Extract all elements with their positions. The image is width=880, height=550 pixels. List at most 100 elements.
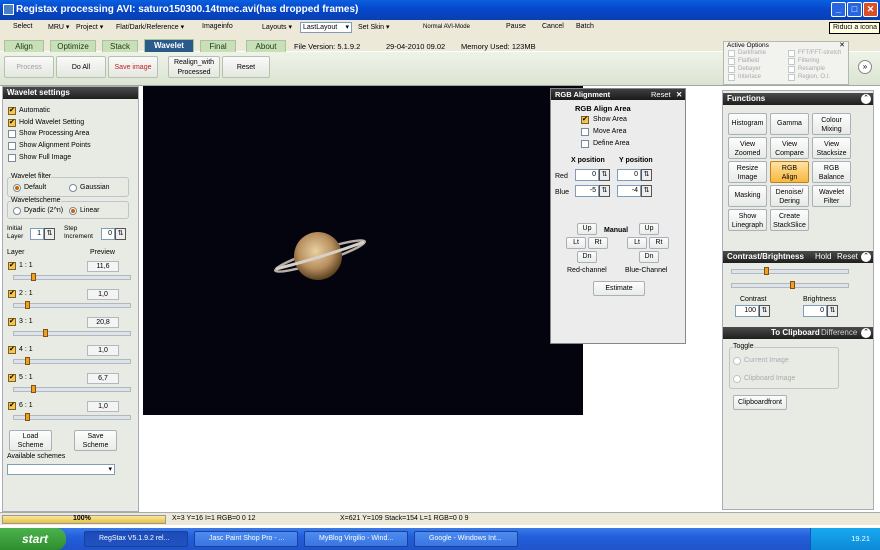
layer-slider-thumb[interactable] (25, 301, 30, 309)
function-button[interactable]: RGB Balance (812, 161, 851, 183)
gaussian-radio[interactable] (69, 184, 77, 192)
initial-layer-input[interactable]: 1 (30, 228, 44, 240)
linear-radio[interactable] (69, 207, 77, 215)
resample-checkbox[interactable] (788, 66, 795, 73)
avi-mode-button[interactable]: Normal AVI-Mode (423, 24, 470, 30)
do-all-button[interactable]: Do All (56, 56, 106, 78)
expand-arrow-icon[interactable]: » (858, 60, 872, 74)
function-button[interactable]: Show Linegraph (728, 209, 767, 231)
move-area-checkbox[interactable] (581, 128, 589, 136)
dyadic-radio[interactable] (13, 207, 21, 215)
region-checkbox[interactable] (788, 74, 795, 81)
tab-optimize[interactable]: Optimize (50, 40, 96, 52)
function-button[interactable]: View Compare (770, 137, 809, 159)
contrast-spinner[interactable]: ⇅ (759, 305, 770, 317)
task-google[interactable]: Google - Windows Int... (414, 531, 518, 547)
layer-preview-value[interactable]: 20,8 (87, 317, 119, 328)
blue-y-input[interactable]: -4 (617, 185, 641, 197)
layer-checkbox[interactable] (8, 345, 16, 354)
clipboard-image-radio[interactable] (733, 375, 741, 383)
save-image-button[interactable]: Save image (108, 56, 158, 78)
layer-slider-thumb[interactable] (43, 329, 48, 337)
layout-select[interactable]: LastLayout ▾ (300, 22, 352, 33)
red-left-button[interactable]: Lt (566, 237, 586, 249)
red-y-input[interactable]: 0 (617, 169, 641, 181)
fft-checkbox[interactable] (788, 50, 795, 57)
task-paint-shop[interactable]: Jasc Paint Shop Pro - ... (194, 531, 298, 547)
collapse-functions-icon[interactable]: ⌃ (861, 94, 871, 104)
layer-preview-value[interactable]: 1,0 (87, 345, 119, 356)
function-button[interactable]: Create StackSlice (770, 209, 809, 231)
brightness-slider-thumb[interactable] (790, 281, 795, 289)
layer-slider-track[interactable] (13, 331, 131, 336)
clipboardfront-button[interactable]: Clipboardfront (733, 395, 787, 410)
estimate-button[interactable]: Estimate (593, 281, 645, 296)
menu-imageinfo[interactable]: Imageinfo (202, 23, 233, 30)
hold-wavelet-checkbox[interactable] (8, 118, 16, 127)
filtering-checkbox[interactable] (788, 58, 795, 65)
menu-layouts[interactable]: Layouts ▾ (262, 23, 292, 31)
close-icon[interactable]: ✕ (839, 41, 845, 49)
available-schemes-select[interactable]: ▾ (7, 464, 115, 475)
show-full-image-checkbox[interactable] (8, 154, 16, 162)
function-button[interactable]: Resize Image (728, 161, 767, 183)
red-x-spinner[interactable]: ⇅ (599, 169, 610, 181)
menu-project[interactable]: Project ▾ (76, 23, 103, 31)
collapse-clipboard-icon[interactable]: ⌃ (861, 328, 871, 338)
red-down-button[interactable]: Dn (577, 251, 597, 263)
difference-button[interactable]: Difference (821, 327, 857, 339)
tab-wavelet[interactable]: Wavelet (144, 39, 194, 52)
initial-layer-spinner[interactable]: ⇅ (44, 228, 55, 240)
red-y-spinner[interactable]: ⇅ (641, 169, 652, 181)
menu-flat-dark-reference[interactable]: Flat/Dark/Reference ▾ (116, 23, 184, 31)
show-processing-area-checkbox[interactable] (8, 130, 16, 138)
collapse-contrast-icon[interactable]: ⌃ (861, 252, 871, 262)
contrast-slider-thumb[interactable] (764, 267, 769, 275)
function-button[interactable]: Denoise/Dering (770, 185, 809, 207)
menu-set-skin[interactable]: Set Skin ▾ (358, 23, 390, 31)
function-button[interactable]: Histogram (728, 113, 767, 135)
blue-x-input[interactable]: -5 (575, 185, 599, 197)
layer-checkbox[interactable] (8, 317, 16, 326)
layer-checkbox[interactable] (8, 373, 16, 382)
step-increment-input[interactable]: 0 (101, 228, 115, 240)
blue-left-button[interactable]: Lt (627, 237, 647, 249)
rgb-reset-button[interactable]: Reset (651, 89, 671, 100)
automatic-checkbox[interactable] (8, 106, 16, 115)
contrast-reset-button[interactable]: Reset (837, 251, 858, 263)
flatfield-checkbox[interactable] (728, 58, 735, 65)
layer-preview-value[interactable]: 1,0 (87, 401, 119, 412)
to-clipboard-button[interactable]: To Clipboard (771, 328, 820, 337)
tab-stack[interactable]: Stack (102, 40, 138, 52)
darkframe-checkbox[interactable] (728, 50, 735, 57)
close-button[interactable]: ✕ (863, 2, 878, 17)
function-button[interactable]: Wavelet Filter (812, 185, 851, 207)
layer-slider-thumb[interactable] (25, 357, 30, 365)
blue-up-button[interactable]: Up (639, 223, 659, 235)
layer-checkbox[interactable] (8, 289, 16, 298)
tab-about[interactable]: About (246, 40, 286, 52)
interlace-checkbox[interactable] (728, 74, 735, 81)
default-radio[interactable] (13, 184, 21, 192)
layer-preview-value[interactable]: 1,0 (87, 289, 119, 300)
blue-down-button[interactable]: Dn (639, 251, 659, 263)
red-up-button[interactable]: Up (577, 223, 597, 235)
contrast-slider-track[interactable] (731, 269, 849, 274)
tab-final[interactable]: Final (200, 40, 236, 52)
realign-with-processed-button[interactable]: Realign_with Processed (168, 56, 220, 78)
layer-slider-thumb[interactable] (31, 273, 36, 281)
step-increment-spinner[interactable]: ⇅ (115, 228, 126, 240)
blue-y-spinner[interactable]: ⇅ (641, 185, 652, 197)
contrast-input[interactable]: 100 (735, 305, 759, 317)
layer-slider-track[interactable] (13, 303, 131, 308)
tab-align[interactable]: Align (4, 40, 44, 52)
minimize-button[interactable]: _ (831, 2, 846, 17)
red-x-input[interactable]: 0 (575, 169, 599, 181)
reset-button[interactable]: Reset (222, 56, 270, 78)
close-icon[interactable]: ✕ (676, 89, 682, 100)
function-button[interactable]: View Zoomed (728, 137, 767, 159)
start-button[interactable]: start (0, 528, 66, 550)
brightness-input[interactable]: 0 (803, 305, 827, 317)
layer-checkbox[interactable] (8, 401, 16, 410)
function-button[interactable]: Masking (728, 185, 767, 207)
